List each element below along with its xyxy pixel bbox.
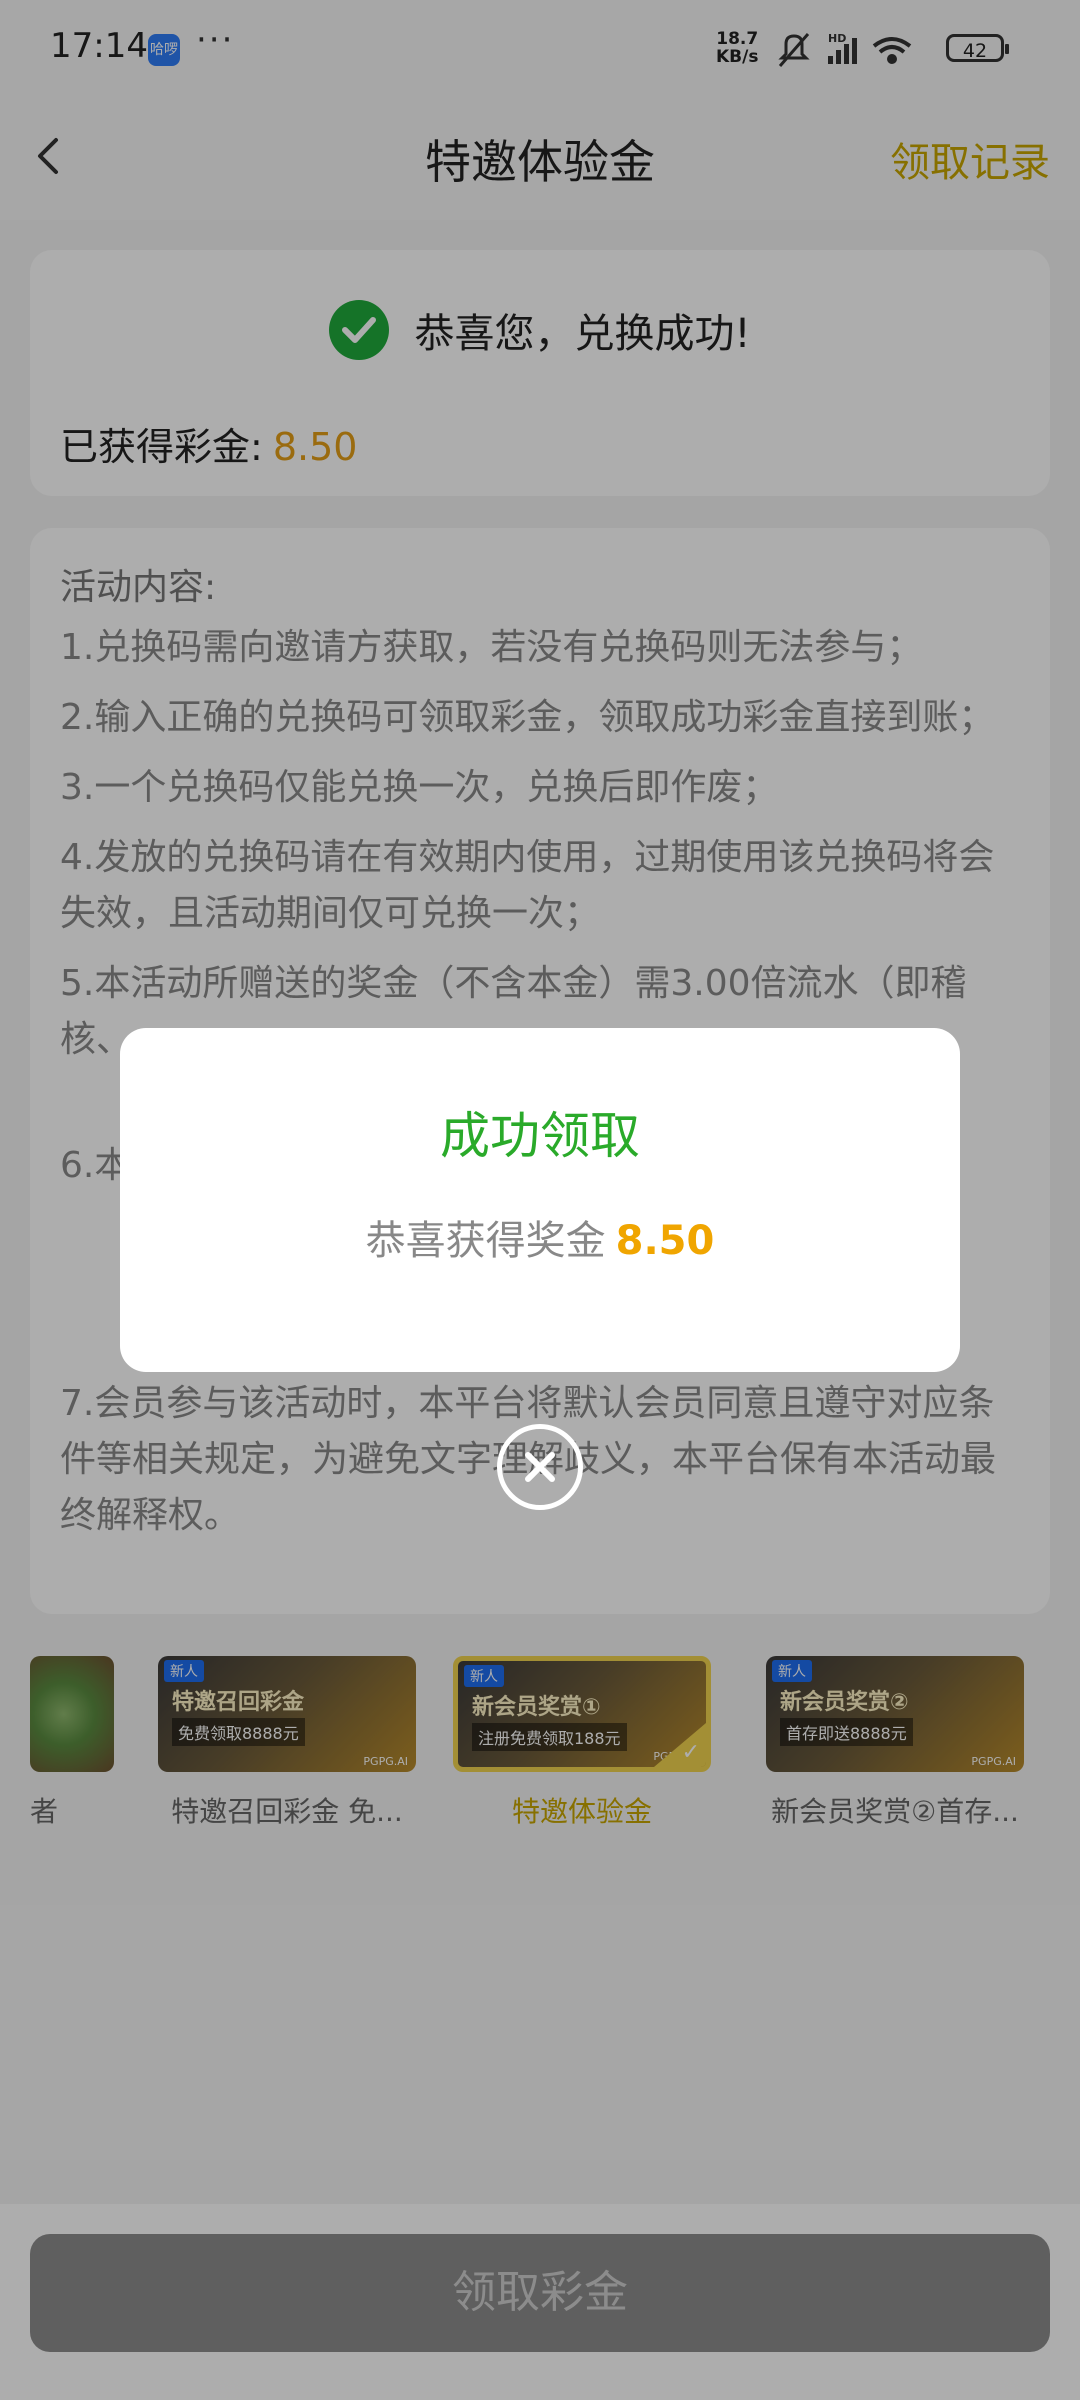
close-icon[interactable] xyxy=(497,1424,583,1510)
modal-message: 恭喜获得奖金 8.50 xyxy=(120,1208,960,1266)
modal-amount: 8.50 xyxy=(615,1218,715,1264)
modal-text: 恭喜获得奖金 xyxy=(365,1218,606,1264)
success-modal: 成功领取 恭喜获得奖金 8.50 xyxy=(120,1028,960,1372)
modal-title: 成功领取 xyxy=(440,1107,640,1165)
